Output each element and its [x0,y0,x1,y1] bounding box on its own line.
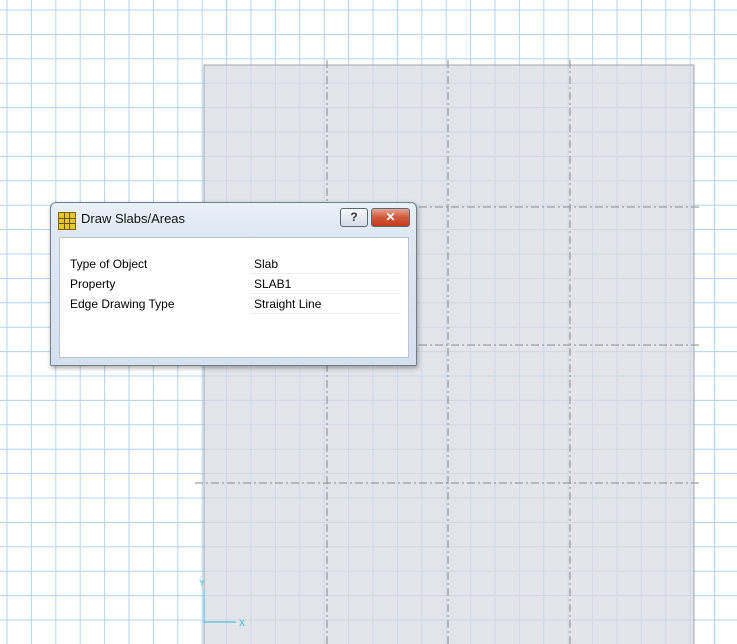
etabs-app-icon [58,212,76,230]
row-label: Edge Drawing Type [70,297,175,311]
property-grid: Type of Object Slab Property SLAB1 Edge … [59,237,409,358]
dialog-title: Draw Slabs/Areas [81,211,186,226]
close-button[interactable]: ✕ [371,208,410,227]
axis-x-label: X [239,618,245,628]
property-dropdown[interactable]: SLAB1 [250,274,400,294]
dialog-titlebar[interactable]: Draw Slabs/Areas ? ✕ [51,203,416,233]
row-property: Property SLAB1 [60,274,408,294]
close-icon: ✕ [385,210,396,224]
help-button[interactable]: ? [340,208,368,227]
row-label: Type of Object [70,257,148,271]
type-of-object-dropdown[interactable]: Slab [250,254,400,274]
draw-slabs-dialog[interactable]: Draw Slabs/Areas ? ✕ Type of Object Slab… [50,202,417,366]
axis-y-label: Y [199,578,205,588]
row-edge-drawing-type: Edge Drawing Type Straight Line [60,294,408,314]
help-icon: ? [350,210,358,224]
edge-drawing-type-dropdown[interactable]: Straight Line [250,294,400,314]
row-label: Property [70,277,116,291]
row-type-of-object: Type of Object Slab [60,254,408,274]
